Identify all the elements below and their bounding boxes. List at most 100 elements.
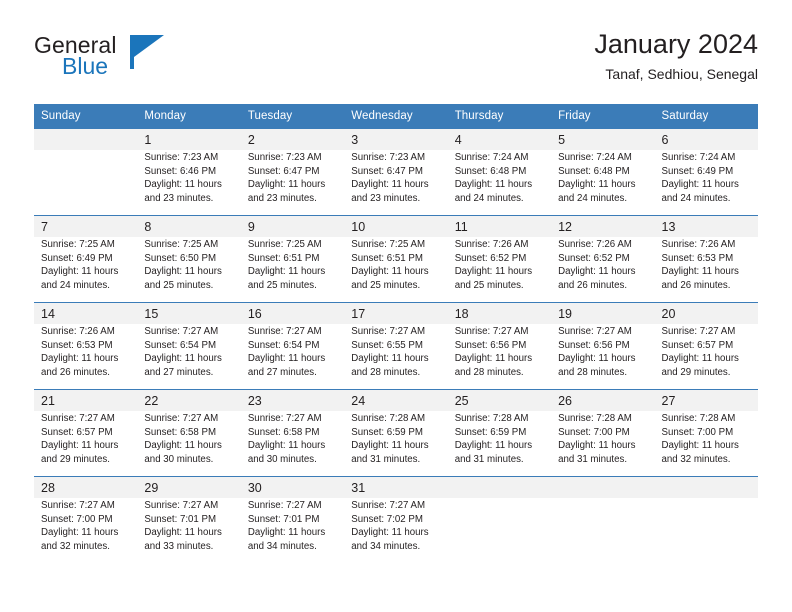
day-number-cell[interactable]: 20	[654, 302, 758, 324]
day-detail-cell[interactable]: Sunrise: 7:27 AM Sunset: 6:58 PM Daylight:…	[137, 411, 241, 477]
day-daylight-1-text: Daylight: 11 hours	[454, 266, 533, 277]
day-number-cell[interactable]: 28	[34, 476, 138, 498]
day-sunset-text: Sunset: 6:59 PM	[351, 426, 423, 438]
day-detail-cell[interactable]: Sunrise: 7:27 AM Sunset: 6:55 PM Daylight:…	[344, 324, 448, 390]
day-detail-cell[interactable]: Sunrise: 7:26 AM Sunset: 6:52 PM Daylight:…	[447, 237, 552, 303]
day-detail-cell[interactable]: Sunrise: 7:25 AM Sunset: 6:49 PM Daylight:…	[34, 237, 138, 303]
weekday-header-tuesday: Tuesday	[240, 104, 345, 129]
day-sunrise-text: Sunrise: 7:26 AM	[41, 326, 115, 337]
day-sunset-text: Sunset: 6:53 PM	[41, 339, 113, 351]
brand-name-blue: Blue	[62, 53, 109, 79]
day-number-cell[interactable]: 15	[137, 302, 241, 324]
day-detail-cell[interactable]: Sunrise: 7:28 AM Sunset: 6:59 PM Daylight:…	[447, 411, 552, 477]
day-detail-cell[interactable]: Sunrise: 7:23 AM Sunset: 6:47 PM Daylight:…	[344, 150, 448, 216]
day-number-cell[interactable]: 10	[344, 215, 448, 237]
day-number-cell[interactable]: 11	[447, 215, 552, 237]
day-number-cell[interactable]: 4	[447, 128, 552, 150]
title-block: January 2024 Tanaf, Sedhiou, Senegal	[594, 28, 758, 84]
weekday-header-wednesday: Wednesday	[344, 104, 448, 129]
day-detail-cell[interactable]: Sunrise: 7:28 AM Sunset: 7:00 PM Daylight:…	[654, 411, 758, 477]
day-number-cell[interactable]: 12	[551, 215, 655, 237]
day-number-cell[interactable]: 2	[240, 128, 345, 150]
day-number-cell[interactable]: 3	[344, 128, 448, 150]
day-daylight-2-text: and 24 minutes.	[41, 279, 110, 291]
day-number-cell[interactable]: 18	[447, 302, 552, 324]
day-number-cell[interactable]: 25	[447, 389, 552, 411]
day-detail-cell[interactable]: Sunrise: 7:28 AM Sunset: 6:59 PM Daylight:…	[344, 411, 448, 477]
day-number-cell[interactable]: 5	[551, 128, 655, 150]
day-detail-cell[interactable]: Sunrise: 7:27 AM Sunset: 7:01 PM Daylight:…	[240, 498, 345, 563]
day-number-cell[interactable]: 29	[137, 476, 241, 498]
day-number-cell[interactable]: 24	[344, 389, 448, 411]
day-detail-cell[interactable]: Sunrise: 7:27 AM Sunset: 7:00 PM Daylight:…	[34, 498, 138, 563]
day-detail-cell[interactable]: Sunrise: 7:24 AM Sunset: 6:48 PM Daylight:…	[551, 150, 655, 216]
day-detail-cell[interactable]: Sunrise: 7:27 AM Sunset: 7:01 PM Daylight:…	[137, 498, 241, 563]
day-sunrise-text: Sunrise: 7:26 AM	[454, 239, 529, 250]
day-daylight-2-text: and 23 minutes.	[247, 192, 317, 204]
day-number-cell[interactable]: 14	[34, 302, 138, 324]
day-sunrise-text: Sunrise: 7:24 AM	[454, 152, 529, 163]
day-number-cell[interactable]: 1	[137, 128, 241, 150]
day-detail-cell[interactable]: Sunrise: 7:23 AM Sunset: 6:47 PM Daylight:…	[240, 150, 345, 216]
day-detail-cell[interactable]: Sunrise: 7:24 AM Sunset: 6:49 PM Daylight:…	[654, 150, 758, 216]
day-number-cell[interactable]: 27	[654, 389, 758, 411]
day-sunset-text: Sunset: 6:55 PM	[351, 339, 423, 351]
day-number-cell[interactable]: 19	[551, 302, 655, 324]
day-number-cell[interactable]: 9	[240, 215, 345, 237]
day-daylight-1-text: Daylight: 11 hours	[351, 266, 429, 277]
weekday-header-row: Sunday Monday Tuesday Wednesday Thursday Frid…	[34, 104, 758, 129]
brand-logo[interactable]: General Blue	[34, 32, 234, 88]
day-detail-cell[interactable]: Sunrise: 7:25 AM Sunset: 6:50 PM Daylight:…	[137, 237, 241, 303]
day-number-cell[interactable]: 21	[34, 389, 138, 411]
day-detail-cell[interactable]: Sunrise: 7:27 AM Sunset: 6:57 PM Daylight:…	[34, 411, 138, 477]
day-number-cell[interactable]: 16	[240, 302, 345, 324]
day-detail-cell[interactable]: Sunrise: 7:25 AM Sunset: 6:51 PM Daylight:…	[344, 237, 448, 303]
day-sunset-text: Sunset: 6:49 PM	[41, 252, 113, 264]
day-number-cell[interactable]: 8	[137, 215, 241, 237]
day-number-cell[interactable]: 31	[344, 476, 448, 498]
day-daylight-1-text: Daylight: 11 hours	[558, 440, 636, 451]
week-detail-row: Sunrise: 7:27 AM Sunset: 6:57 PM Daylight:…	[34, 411, 758, 477]
calendar-grid: Sunday Monday Tuesday Wednesday Thursday Frid…	[34, 104, 758, 563]
day-number-cell[interactable]: 6	[654, 128, 758, 150]
day-detail-cell[interactable]: Sunrise: 7:25 AM Sunset: 6:51 PM Daylight:…	[240, 237, 345, 303]
day-daylight-1-text: Daylight: 11 hours	[144, 353, 222, 364]
day-sunrise-text: Sunrise: 7:27 AM	[661, 326, 736, 337]
day-sunrise-text: Sunrise: 7:23 AM	[351, 152, 426, 163]
day-detail-cell[interactable]: Sunrise: 7:27 AM Sunset: 6:57 PM Daylight:…	[654, 324, 758, 390]
day-sunrise-text: Sunrise: 7:23 AM	[247, 152, 322, 163]
day-sunrise-text: Sunrise: 7:28 AM	[351, 413, 426, 424]
day-detail-cell[interactable]: Sunrise: 7:26 AM Sunset: 6:52 PM Daylight:…	[551, 237, 655, 303]
day-number-cell[interactable]: 30	[240, 476, 345, 498]
day-daylight-1-text: Daylight: 11 hours	[247, 353, 326, 364]
day-detail-cell[interactable]: Sunrise: 7:24 AM Sunset: 6:48 PM Daylight:…	[447, 150, 552, 216]
day-daylight-2-text: and 29 minutes.	[661, 366, 731, 378]
day-cell-empty	[654, 476, 758, 498]
day-number-cell[interactable]: 13	[654, 215, 758, 237]
day-number-cell[interactable]: 23	[240, 389, 345, 411]
day-detail-cell[interactable]: Sunrise: 7:27 AM Sunset: 6:54 PM Daylight:…	[240, 324, 345, 390]
day-sunset-text: Sunset: 7:00 PM	[41, 513, 113, 525]
day-detail-cell[interactable]: Sunrise: 7:27 AM Sunset: 6:56 PM Daylight:…	[447, 324, 552, 390]
day-number-cell[interactable]: 26	[551, 389, 655, 411]
day-detail-cell[interactable]: Sunrise: 7:26 AM Sunset: 6:53 PM Daylight:…	[34, 324, 138, 390]
day-sunrise-text: Sunrise: 7:28 AM	[454, 413, 529, 424]
day-detail-cell[interactable]: Sunrise: 7:23 AM Sunset: 6:46 PM Daylight:…	[137, 150, 241, 216]
day-daylight-1-text: Daylight: 11 hours	[144, 266, 222, 277]
day-daylight-1-text: Daylight: 11 hours	[454, 440, 533, 451]
day-number-cell[interactable]: 22	[137, 389, 241, 411]
day-detail-cell[interactable]: Sunrise: 7:27 AM Sunset: 6:54 PM Daylight:…	[137, 324, 241, 390]
day-detail-cell[interactable]: Sunrise: 7:27 AM Sunset: 7:02 PM Daylight:…	[344, 498, 448, 563]
day-sunrise-text: Sunrise: 7:24 AM	[558, 152, 632, 163]
day-sunset-text: Sunset: 6:53 PM	[661, 252, 734, 264]
calendar-body: 1 2 3 4 5 6 Sunrise: 7:23 AM Sunset: 6:46 PM Day…	[34, 128, 758, 563]
day-detail-cell[interactable]: Sunrise: 7:27 AM Sunset: 6:56 PM Daylight:…	[551, 324, 655, 390]
day-number-cell[interactable]: 17	[344, 302, 448, 324]
day-detail-cell[interactable]: Sunrise: 7:28 AM Sunset: 7:00 PM Daylight:…	[551, 411, 655, 477]
day-number-cell[interactable]: 7	[34, 215, 138, 237]
day-detail-cell[interactable]: Sunrise: 7:27 AM Sunset: 6:58 PM Daylight:…	[240, 411, 345, 477]
day-detail-cell[interactable]: Sunrise: 7:26 AM Sunset: 6:53 PM Daylight:…	[654, 237, 758, 303]
day-daylight-2-text: and 23 minutes.	[351, 192, 421, 204]
week-daynumber-row: 21 22 23 24 25 26 27	[34, 389, 758, 411]
day-daylight-2-text: and 28 minutes.	[558, 366, 628, 378]
